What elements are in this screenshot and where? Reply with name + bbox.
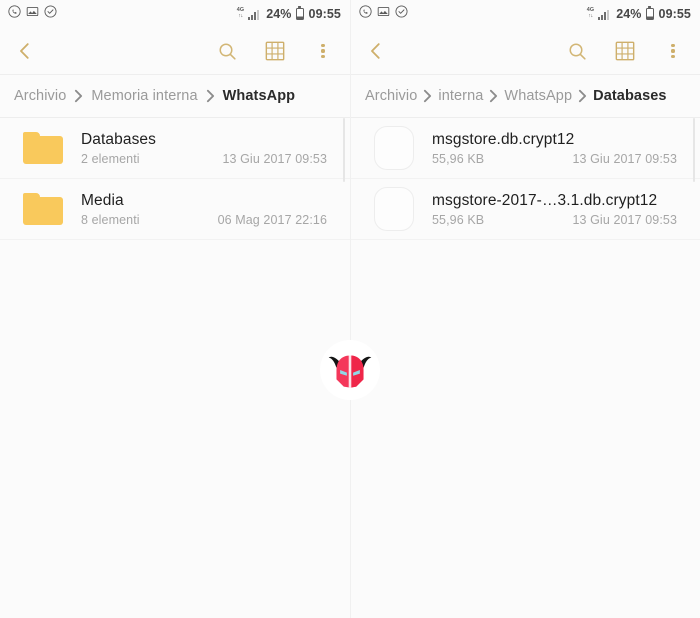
scrollbar[interactable] [692, 118, 695, 182]
back-button[interactable] [363, 38, 389, 64]
item-name: Databases [81, 130, 157, 148]
phone-screen-right: 4G ↑↓ 24% 09:55 Archivio interna WhatsAp… [350, 0, 700, 618]
row-text: msgstore-2017-…3.1.db.crypt12 55,96 KB 1… [432, 192, 686, 227]
toolbar-right [351, 28, 700, 74]
status-bar-left-icons [359, 5, 408, 23]
row-text: Media 8 elementi 06 Mag 2017 22:16 [81, 192, 336, 227]
table-row[interactable]: msgstore-2017-…3.1.db.crypt12 55,96 KB 1… [351, 179, 700, 239]
folder-icon [23, 132, 63, 164]
row-subline: 2 elementi 13 Giu 2017 09:53 [81, 152, 336, 166]
file-list-left: Databases 2 elementi 13 Giu 2017 09:53 M… [0, 118, 350, 240]
item-date: 13 Giu 2017 09:53 [572, 212, 677, 227]
more-options-icon[interactable] [660, 38, 686, 64]
breadcrumb: Archivio interna WhatsApp Databases [351, 75, 700, 117]
breadcrumb-item-1[interactable]: interna [438, 88, 483, 104]
search-icon[interactable] [214, 38, 240, 64]
row-subline: 8 elementi 06 Mag 2017 22:16 [81, 213, 336, 227]
whatsapp-icon [8, 5, 21, 23]
item-name: msgstore-2017-…3.1.db.crypt12 [432, 191, 658, 209]
row-icon-wrap [23, 193, 81, 225]
scrollbar[interactable] [342, 118, 345, 182]
shield-check-icon [395, 5, 408, 23]
battery-icon [645, 6, 654, 20]
signal-strength-icon [598, 9, 611, 20]
item-name: msgstore.db.crypt12 [432, 130, 575, 148]
table-row[interactable]: Databases 2 elementi 13 Giu 2017 09:53 [0, 118, 350, 178]
image-icon [377, 5, 390, 23]
toolbar-actions-left [214, 38, 336, 64]
file-icon [374, 126, 414, 170]
back-button[interactable] [12, 38, 38, 64]
signal-strength-icon [248, 9, 261, 20]
status-bar-right: 4G ↑↓ 24% 09:55 [351, 0, 700, 28]
image-icon [26, 5, 39, 23]
whatsapp-icon [359, 5, 372, 23]
network-type-icon: 4G ↑↓ [587, 8, 594, 19]
battery-percent-label: 24% [266, 7, 292, 21]
chevron-right-icon [73, 89, 84, 103]
item-meta: 55,96 KB [432, 212, 485, 227]
item-meta: 55,96 KB [432, 151, 485, 166]
item-meta: 2 elementi [81, 151, 140, 166]
phone-screen-left: 4G ↑↓ 24% 09:55 Archivio Memoria interna… [0, 0, 350, 618]
row-text: msgstore.db.crypt12 55,96 KB 13 Giu 2017… [432, 131, 686, 166]
grid-view-icon[interactable] [612, 38, 638, 64]
breadcrumb-item-0[interactable]: Archivio [14, 88, 66, 104]
row-icon-wrap [23, 132, 81, 164]
shield-check-icon [44, 5, 57, 23]
toolbar-left [0, 28, 350, 74]
chevron-right-icon [422, 89, 433, 103]
breadcrumb-item-0[interactable]: Archivio [365, 88, 417, 104]
item-meta: 8 elementi [81, 212, 140, 227]
battery-icon [295, 6, 304, 20]
breadcrumb-item-2[interactable]: WhatsApp [223, 88, 296, 104]
row-icon-wrap [374, 126, 432, 170]
clock-label: 09:55 [658, 7, 691, 21]
row-text: Databases 2 elementi 13 Giu 2017 09:53 [81, 131, 336, 166]
search-icon[interactable] [564, 38, 590, 64]
more-options-icon[interactable] [310, 38, 336, 64]
table-row[interactable]: msgstore.db.crypt12 55,96 KB 13 Giu 2017… [351, 118, 700, 178]
breadcrumb-item-3[interactable]: Databases [593, 88, 666, 104]
row-subline: 55,96 KB 13 Giu 2017 09:53 [432, 152, 686, 166]
row-divider [0, 239, 350, 240]
grid-view-icon[interactable] [262, 38, 288, 64]
overflow-dots [321, 40, 325, 62]
clock-label: 09:55 [308, 7, 341, 21]
devil-helmet-logo [320, 340, 380, 400]
breadcrumb-item-2[interactable]: WhatsApp [504, 88, 572, 104]
status-bar-right-indicators: 4G ↑↓ 24% 09:55 [237, 6, 341, 21]
table-row[interactable]: Media 8 elementi 06 Mag 2017 22:16 [0, 179, 350, 239]
network-type-icon: 4G ↑↓ [237, 8, 244, 19]
overflow-dots [671, 40, 675, 62]
chevron-right-icon [205, 89, 216, 103]
row-divider [351, 239, 700, 240]
row-icon-wrap [374, 187, 432, 231]
chevron-right-icon [488, 89, 499, 103]
status-bar-left: 4G ↑↓ 24% 09:55 [0, 0, 350, 28]
status-bar-left-icons [8, 5, 57, 23]
item-date: 13 Giu 2017 09:53 [222, 151, 327, 166]
item-name: Media [81, 191, 124, 209]
battery-percent-label: 24% [616, 7, 642, 21]
network-traffic-arrows: ↑↓ [238, 13, 243, 19]
breadcrumb: Archivio Memoria interna WhatsApp [0, 75, 350, 117]
file-list-right: msgstore.db.crypt12 55,96 KB 13 Giu 2017… [351, 118, 700, 240]
folder-icon [23, 193, 63, 225]
item-date: 06 Mag 2017 22:16 [217, 212, 327, 227]
item-date: 13 Giu 2017 09:53 [572, 151, 677, 166]
file-icon [374, 187, 414, 231]
dual-screenshot-container: 4G ↑↓ 24% 09:55 Archivio Memoria interna… [0, 0, 700, 618]
status-bar-right-indicators: 4G ↑↓ 24% 09:55 [587, 6, 691, 21]
network-traffic-arrows: ↑↓ [588, 13, 593, 19]
chevron-right-icon [577, 89, 588, 103]
row-subline: 55,96 KB 13 Giu 2017 09:53 [432, 213, 686, 227]
breadcrumb-item-1[interactable]: Memoria interna [91, 88, 197, 104]
toolbar-actions-right [564, 38, 686, 64]
